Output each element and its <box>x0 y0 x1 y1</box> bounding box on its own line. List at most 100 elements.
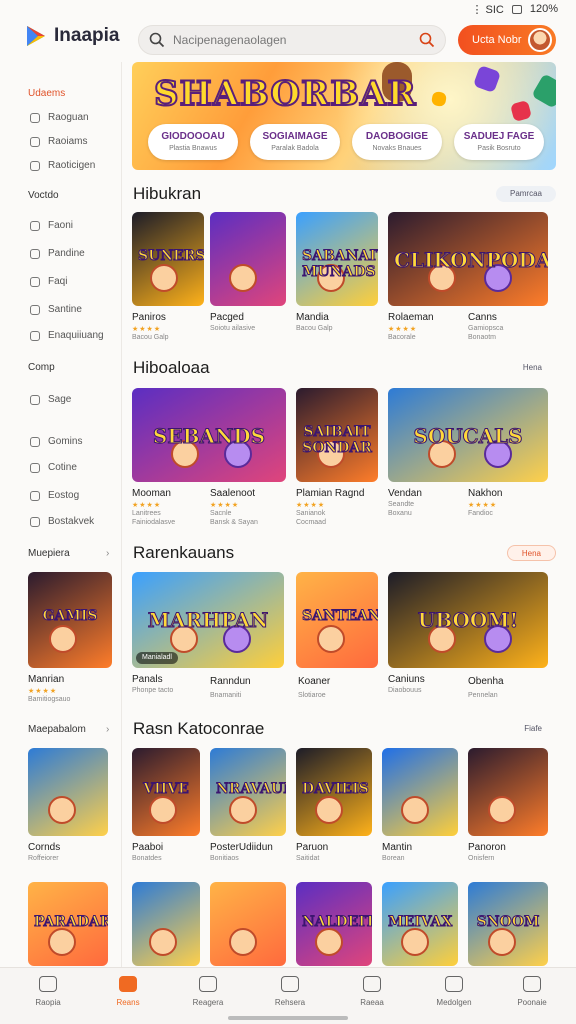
sidebar-item[interactable]: Faoni <box>30 220 73 231</box>
game-card[interactable]: SANTEAN <box>296 572 378 668</box>
sidebar-heading[interactable]: Muepiera › <box>28 548 109 559</box>
game-card[interactable]: DAVIEIS <box>296 748 372 836</box>
game-card[interactable] <box>28 748 108 836</box>
game-title[interactable]: Caniuns <box>388 674 425 685</box>
game-card[interactable]: GAMIS <box>28 572 112 668</box>
nav-item[interactable]: Raeaa <box>342 976 402 1007</box>
sidebar-item[interactable]: Gomins <box>30 436 82 447</box>
game-art-title: SEBANDS <box>152 423 266 448</box>
game-title[interactable]: PosterUdiidun <box>210 842 273 853</box>
banner-pill[interactable]: DAOBOGIGE Novaks Bnaues <box>352 124 442 160</box>
game-title[interactable]: Manrian <box>28 674 64 685</box>
nav-icon <box>199 976 217 992</box>
sidebar-heading[interactable]: Maepabalom › <box>28 724 109 735</box>
game-subtitle: Pennelan <box>468 692 498 699</box>
sidebar-item[interactable]: Bostakvek <box>30 516 94 527</box>
nav-item[interactable]: Poonaie <box>502 976 562 1007</box>
game-title[interactable]: Koaner <box>298 676 330 687</box>
account-button[interactable]: Ucta Nobr <box>458 25 556 55</box>
sidebar-heading[interactable]: Udaems <box>28 88 65 99</box>
sidebar-item[interactable]: Eostog <box>30 490 79 501</box>
nav-item[interactable]: Reagera <box>178 976 238 1007</box>
game-card[interactable]: SOUCALS <box>388 388 548 482</box>
sidebar-item[interactable]: Pandine <box>30 248 85 259</box>
nav-label: Raopia <box>35 998 61 1007</box>
game-title[interactable]: Mantin <box>382 842 412 853</box>
search-submit-icon[interactable] <box>419 32 435 48</box>
sidebar-item[interactable]: Santine <box>30 304 82 315</box>
game-card[interactable]: PARADAR <box>28 882 108 966</box>
game-title[interactable]: Nakhon <box>468 488 502 499</box>
sidebar-heading[interactable]: Voctdo <box>28 190 59 201</box>
game-title[interactable]: Paniros <box>132 312 166 323</box>
game-subtitle: Seandte <box>388 501 415 508</box>
app-logo[interactable]: Inaapia <box>24 24 119 48</box>
game-card[interactable]: NALDEIT <box>296 882 372 966</box>
game-title[interactable]: Paaboi <box>132 842 163 853</box>
game-card[interactable]: SABANAIT MUNADS <box>296 212 378 306</box>
sidebar-item[interactable]: Raoguan <box>30 112 89 123</box>
game-card[interactable]: UBOOM! <box>388 572 548 668</box>
section-more-button[interactable]: Hena <box>506 545 556 561</box>
game-title[interactable]: Saalenoot <box>210 488 255 499</box>
game-art-title: NALDEIT <box>302 913 373 930</box>
banner-pill[interactable]: SOGIAIMAGE Paralak Badola <box>250 124 340 160</box>
top-header: Inaapia Nacipenagenaolagen Ucta Nobr <box>0 18 576 62</box>
play-logo-icon <box>27 26 45 46</box>
nav-item[interactable]: Reans <box>98 976 158 1007</box>
nav-item[interactable]: Rehsera <box>260 976 320 1007</box>
character-icon <box>229 796 257 825</box>
game-card[interactable]: SNOOM <box>468 882 548 966</box>
game-card[interactable] <box>382 748 458 836</box>
game-art-title: GAMIS <box>42 608 98 625</box>
sidebar-item[interactable]: Raoiams <box>30 136 87 147</box>
game-card[interactable]: SUNERS <box>132 212 204 306</box>
game-title[interactable]: Panoron <box>468 842 506 853</box>
game-title[interactable]: Paruon <box>296 842 328 853</box>
game-title[interactable]: Rolaeman <box>388 312 434 323</box>
character-icon <box>488 928 516 957</box>
rating-stars: ★★★★ <box>388 326 418 333</box>
section-more-button[interactable]: Pamrcaa <box>495 186 556 202</box>
sidebar-item[interactable]: Enaquiiuang <box>30 330 104 341</box>
game-card[interactable]: NRAVAUN <box>210 748 286 836</box>
search-input[interactable]: Nacipenagenaolagen <box>173 33 286 47</box>
game-title[interactable]: Mooman <box>132 488 171 499</box>
game-card[interactable] <box>468 748 548 836</box>
game-card[interactable]: SEBANDS <box>132 388 286 482</box>
game-title[interactable]: Cornds <box>28 842 60 853</box>
game-card[interactable] <box>210 882 286 966</box>
game-title[interactable]: Ranndun <box>210 676 251 687</box>
banner-pill[interactable]: GIODOOOAU Plastia Bnawus <box>148 124 238 160</box>
game-title[interactable]: Canns <box>468 312 497 323</box>
game-title[interactable]: Vendan <box>388 488 422 499</box>
game-card[interactable]: CLIKONPODAS <box>388 212 548 306</box>
hero-banner[interactable]: SHABORBAR GIODOOOAU Plastia Bnawus SOGIAIM… <box>132 62 556 170</box>
game-title[interactable]: Obenha <box>468 676 504 687</box>
sidebar-item[interactable]: Faqi <box>30 276 67 287</box>
game-card[interactable]: SAIBAIT SONDAR <box>296 388 378 482</box>
nav-label: Raeaa <box>360 998 384 1007</box>
game-title[interactable]: Panals <box>132 674 163 685</box>
game-title[interactable]: Mandia <box>296 312 329 323</box>
game-subtitle: Fandioc <box>468 510 493 517</box>
game-title[interactable]: Pacged <box>210 312 244 323</box>
game-card[interactable] <box>210 212 286 306</box>
sidebar-heading[interactable]: Comp <box>28 362 55 373</box>
sidebar-item[interactable]: Cotine <box>30 462 77 473</box>
nav-item[interactable]: Raopia <box>18 976 78 1007</box>
sidebar-item-label: Sage <box>48 394 72 405</box>
game-card[interactable]: MEIVAX <box>382 882 458 966</box>
banner-pill[interactable]: SADUEJ FAGE Pasik Bosruto <box>454 124 544 160</box>
section-more-button[interactable]: Fiafe <box>510 721 556 737</box>
sidebar-item[interactable]: Raoticigen <box>30 160 95 171</box>
game-card[interactable] <box>132 882 200 966</box>
sidebar-item-icon <box>30 304 40 315</box>
section-more-button[interactable]: Hena <box>509 360 556 376</box>
search-bar[interactable]: Nacipenagenaolagen <box>138 25 446 55</box>
sidebar-item[interactable]: Sage <box>30 394 71 405</box>
game-card[interactable]: VIIVE <box>132 748 200 836</box>
nav-item[interactable]: Medolgen <box>424 976 484 1007</box>
nav-icon <box>39 976 57 992</box>
game-title[interactable]: Plamian Ragnd <box>296 488 364 499</box>
